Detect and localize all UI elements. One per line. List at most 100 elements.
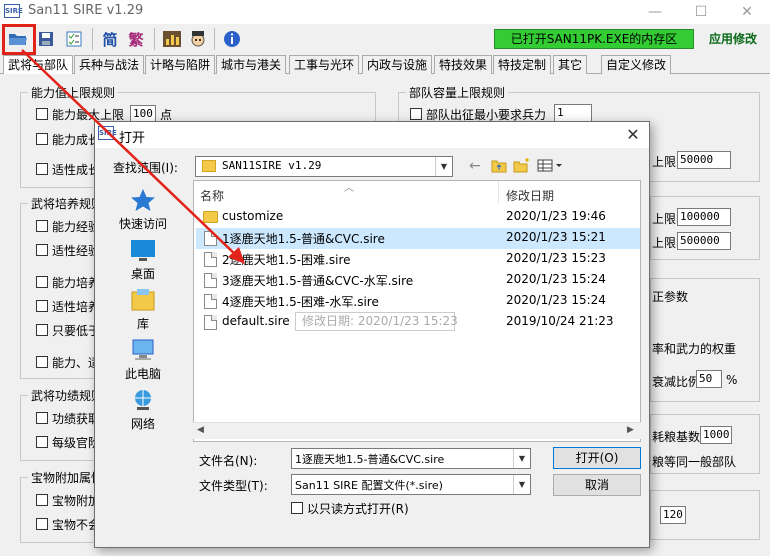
upper-limit-input-1[interactable]: 50000 <box>677 151 731 169</box>
filename-value: 1逐鹿天地1.5-普通&CVC.sire <box>295 453 445 466</box>
upper-limit-input-2[interactable]: 100000 <box>677 208 731 226</box>
ability-max-checkbox[interactable] <box>36 108 48 120</box>
app-titlebar: SIRE San11 SIRE v1.29 — ☐ ✕ <box>0 0 770 24</box>
file-row[interactable]: 4逐鹿天地1.5-困难-水军.sire 2020/1/23 15:24 <box>196 291 640 312</box>
chart-icon[interactable] <box>160 27 184 51</box>
chevron-down-icon[interactable]: ▼ <box>513 475 530 494</box>
upper-limit-label-1: 上限 <box>652 155 677 169</box>
filetype-label: 文件类型(T): <box>199 479 268 493</box>
back-arrow-icon[interactable]: ← <box>469 158 485 174</box>
chevron-down-icon[interactable]: ▼ <box>513 449 530 468</box>
file-row[interactable]: customize 2020/1/23 19:46 <box>196 207 640 228</box>
file-date: 2020/1/23 15:21 <box>506 230 606 244</box>
filetype-value: San11 SIRE 配置文件(*.sire) <box>295 479 443 492</box>
open-file-dialog: SIRE 打开 ✕ 查找范围(I): SAN11SIRE v1.29 ▼ ← 快… <box>94 121 650 548</box>
training-checkbox-6[interactable] <box>36 356 48 368</box>
tab-other[interactable]: 其它 <box>553 55 588 74</box>
weight-label: 率和武力的权重 <box>652 342 737 356</box>
new-folder-icon[interactable] <box>513 158 531 174</box>
tab-cities-ports[interactable]: 城市与港关 <box>216 55 287 74</box>
lookin-label: 查找范围(I): <box>113 161 178 175</box>
chevron-down-icon[interactable]: ▼ <box>435 157 452 176</box>
tab-works-auras[interactable]: 工事与光环 <box>289 55 360 74</box>
close-button[interactable]: ✕ <box>724 0 770 24</box>
cancel-button[interactable]: 取消 <box>553 474 641 496</box>
tab-skill-custom[interactable]: 特技定制 <box>493 55 552 74</box>
grain-input[interactable]: 1000 <box>700 426 732 444</box>
up-folder-icon[interactable] <box>491 158 507 174</box>
column-header-date[interactable]: 修改日期 <box>506 187 554 204</box>
tab-domestic-facilities[interactable]: 内政与设施 <box>362 55 433 74</box>
file-date: 2020/1/23 19:46 <box>506 209 606 223</box>
view-menu-icon[interactable] <box>537 158 565 174</box>
tab-units-tactics[interactable]: 兵种与战法 <box>74 55 145 74</box>
upper-limit-input-3[interactable]: 500000 <box>677 232 731 250</box>
dialog-close-button[interactable]: ✕ <box>621 124 645 146</box>
misc-input[interactable]: 120 <box>660 506 686 524</box>
save-icon[interactable] <box>34 27 58 51</box>
place-quick-access[interactable]: 快速访问 <box>95 188 191 232</box>
training-checkbox-3[interactable] <box>36 276 48 288</box>
scroll-right-icon[interactable]: ▶ <box>627 425 634 435</box>
toolbar-separator <box>92 28 93 50</box>
file-row-selected[interactable]: 1逐鹿天地1.5-普通&CVC.sire 2020/1/23 15:21 <box>196 228 640 249</box>
reduce-unit: % <box>726 373 738 387</box>
training-checkbox-1[interactable] <box>36 220 48 232</box>
ability-growth-checkbox[interactable] <box>36 133 48 145</box>
file-name: customize <box>222 209 284 223</box>
file-name: 2逐鹿天地1.5-困难.sire <box>222 253 351 267</box>
ability-limit-group-title: 能力值上限规则 <box>28 84 119 101</box>
place-this-pc[interactable]: 此电脑 <box>95 338 191 382</box>
info-icon[interactable] <box>220 27 244 51</box>
checklist-icon[interactable] <box>62 27 86 51</box>
min-troops-checkbox[interactable] <box>410 108 422 120</box>
tab-schemes-traps[interactable]: 计略与陷阱 <box>145 55 216 74</box>
traditional-button[interactable]: 繁 <box>124 27 148 51</box>
file-icon <box>204 252 217 267</box>
hover-tooltip: 修改日期: 2020/1/23 15:23 <box>295 312 458 331</box>
minimize-button[interactable]: — <box>632 0 678 24</box>
open-button[interactable]: 打开(O) <box>553 447 641 469</box>
filename-combobox[interactable]: 1逐鹿天地1.5-普通&CVC.sire ▼ <box>291 448 531 469</box>
upper-limit-label-3: 上限 <box>652 236 677 250</box>
horizontal-scrollbar[interactable]: ◀ ▶ <box>193 422 641 439</box>
dialog-app-icon: SIRE <box>98 126 117 140</box>
window-title: San11 SIRE v1.29 <box>28 3 144 18</box>
place-network[interactable]: 网络 <box>95 388 191 432</box>
tab-officers-troops[interactable]: 武将与部队 <box>3 55 74 74</box>
file-name: 4逐鹿天地1.5-困难-水军.sire <box>222 295 379 309</box>
file-icon <box>204 273 217 288</box>
tab-skill-effects[interactable]: 特技效果 <box>434 55 493 74</box>
scroll-left-icon[interactable]: ◀ <box>197 425 204 435</box>
character-icon[interactable] <box>186 27 210 51</box>
lookin-combobox[interactable]: SAN11SIRE v1.29 ▼ <box>195 156 453 177</box>
file-row[interactable]: 2逐鹿天地1.5-困难.sire 2020/1/23 15:23 <box>196 249 640 270</box>
filetype-combobox[interactable]: San11 SIRE 配置文件(*.sire) ▼ <box>291 474 531 495</box>
readonly-checkbox[interactable] <box>291 502 303 514</box>
merit-checkbox-2[interactable] <box>36 436 48 448</box>
training-checkbox-4[interactable] <box>36 300 48 312</box>
file-icon <box>204 315 217 330</box>
aptitude-growth-checkbox[interactable] <box>36 163 48 175</box>
treasure-checkbox-1[interactable] <box>36 494 48 506</box>
app-logo-icon: SIRE <box>4 4 23 18</box>
treasure-checkbox-2[interactable] <box>36 518 48 530</box>
column-header-name[interactable]: 名称 <box>200 187 224 204</box>
file-date: 2020/1/23 15:24 <box>506 272 606 286</box>
apply-changes-button[interactable]: 应用修改 <box>700 29 766 49</box>
place-library[interactable]: 库 <box>95 288 191 332</box>
dialog-title: 打开 <box>119 131 146 146</box>
file-row[interactable]: 3逐鹿天地1.5-普通&CVC-水军.sire 2020/1/23 15:24 <box>196 270 640 291</box>
merit-checkbox-1[interactable] <box>36 412 48 424</box>
reduce-input[interactable]: 50 <box>696 370 722 388</box>
maximize-button[interactable]: ☐ <box>678 0 724 24</box>
file-list[interactable]: ︿ 名称 修改日期 customize 2020/1/23 19:46 1逐鹿天… <box>193 180 641 442</box>
file-icon <box>204 231 217 246</box>
file-date: 2020/1/23 15:23 <box>506 251 606 265</box>
simplified-button[interactable]: 简 <box>98 27 122 51</box>
tab-custom-changes[interactable]: 自定义修改 <box>601 55 672 74</box>
place-desktop[interactable]: 桌面 <box>95 238 191 282</box>
training-checkbox-5[interactable] <box>36 324 48 336</box>
min-troops-input[interactable]: 1 <box>554 104 592 122</box>
training-checkbox-2[interactable] <box>36 244 48 256</box>
